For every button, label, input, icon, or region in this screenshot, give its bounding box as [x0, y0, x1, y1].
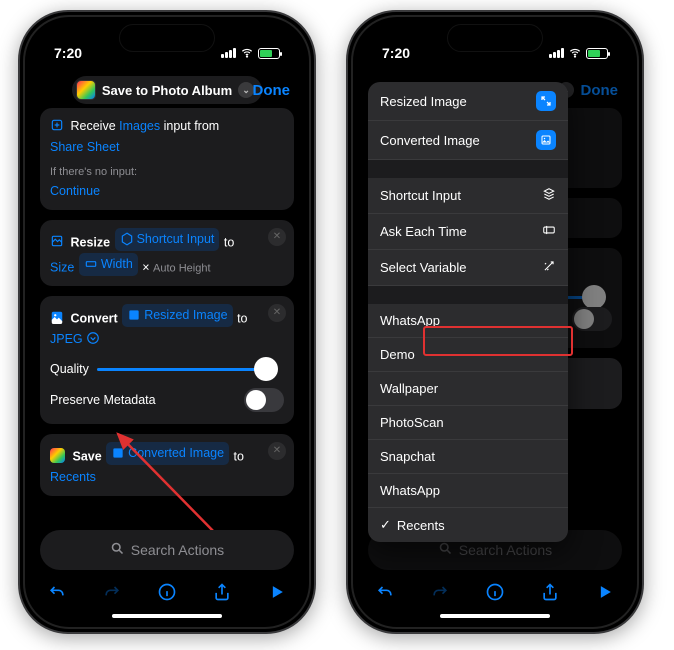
shortcut-title[interactable]: Save to Photo Album ⌄: [72, 76, 262, 104]
resize-size[interactable]: Size: [50, 260, 74, 274]
action-save[interactable]: ✕ Save Converted Image to Recents: [40, 434, 294, 496]
expand-icon: [536, 91, 556, 111]
album-option[interactable]: Snapchat: [368, 440, 568, 474]
info-icon[interactable]: [156, 581, 178, 603]
delete-action-icon[interactable]: ✕: [268, 304, 286, 322]
home-indicator[interactable]: [440, 614, 550, 618]
undo-icon[interactable]: [46, 581, 68, 603]
undo-icon[interactable]: [374, 581, 396, 603]
var-option[interactable]: Shortcut Input: [368, 178, 568, 214]
battery-icon: [586, 48, 608, 59]
quality-slider[interactable]: [97, 368, 276, 371]
resize-icon: [50, 234, 64, 248]
convert-icon: [50, 310, 64, 324]
action-resize[interactable]: ✕ Resize Shortcut Input to Size Width × …: [40, 220, 294, 286]
resize-width[interactable]: Width: [79, 253, 138, 276]
photos-icon: [50, 448, 65, 463]
preserve-label: Preserve Metadata: [50, 390, 156, 411]
save-album[interactable]: Recents: [50, 470, 96, 484]
search-icon: [438, 541, 453, 559]
phone-right: 7:20 ⌄ Done Recents: [346, 10, 644, 634]
action-convert[interactable]: ✕ Convert Resized Image to JPEG Quality …: [40, 296, 294, 424]
search-placeholder: Search Actions: [131, 542, 224, 558]
save-input-var[interactable]: Converted Image: [106, 442, 229, 465]
status-time: 7:20: [54, 45, 82, 61]
convert-format[interactable]: JPEG: [50, 332, 83, 346]
redo-icon: [429, 581, 451, 603]
done-button[interactable]: Done: [253, 82, 291, 99]
album-picker-popover: Resized Image Converted Image Shortcut I…: [368, 82, 568, 542]
wand-icon: [542, 259, 556, 276]
album-option-recents[interactable]: ✓Recents: [368, 508, 568, 542]
battery-icon: [258, 48, 280, 59]
convert-input-var[interactable]: Resized Image: [122, 304, 232, 327]
share-icon[interactable]: [539, 581, 561, 603]
actions-list: Receive Images input from Share Sheet If…: [40, 108, 294, 532]
phone-left: 7:20 Save to Photo Album ⌄ Done Receive …: [18, 10, 316, 634]
title-text: Save to Photo Album: [102, 83, 232, 98]
var-option[interactable]: Converted Image: [368, 121, 568, 160]
action-receive[interactable]: Receive Images input from Share Sheet If…: [40, 108, 294, 210]
album-option[interactable]: WhatsApp: [368, 474, 568, 508]
receive-source[interactable]: Share Sheet: [50, 140, 120, 154]
nav-bar: Save to Photo Album ⌄ Done: [30, 72, 304, 108]
redo-icon: [101, 581, 123, 603]
dynamic-island: [119, 24, 215, 52]
check-icon: ✓: [380, 517, 391, 533]
status-time: 7:20: [382, 45, 410, 61]
quality-label: Quality: [50, 359, 89, 380]
wifi-icon: [240, 46, 254, 60]
receive-icon: [50, 118, 64, 132]
resize-input-var[interactable]: Shortcut Input: [115, 228, 220, 251]
info-icon[interactable]: [484, 581, 506, 603]
image-icon: [536, 130, 556, 150]
play-icon[interactable]: [594, 581, 616, 603]
search-icon: [110, 541, 125, 559]
home-indicator[interactable]: [112, 614, 222, 618]
var-option[interactable]: Ask Each Time: [368, 214, 568, 250]
no-input-action[interactable]: Continue: [50, 181, 284, 202]
var-option[interactable]: Select Variable: [368, 250, 568, 286]
wifi-icon: [568, 46, 582, 60]
share-icon[interactable]: [211, 581, 233, 603]
delete-action-icon[interactable]: ✕: [268, 442, 286, 460]
receive-type[interactable]: Images: [119, 119, 160, 133]
play-icon[interactable]: [266, 581, 288, 603]
search-placeholder: Search Actions: [459, 542, 552, 558]
layers-icon: [542, 187, 556, 204]
var-option[interactable]: Resized Image: [368, 82, 568, 121]
preserve-toggle[interactable]: [244, 388, 284, 412]
photos-app-icon: [76, 80, 96, 100]
album-option[interactable]: PhotoScan: [368, 406, 568, 440]
bottom-toolbar: [30, 572, 304, 612]
no-input-label: If there's no input:: [50, 163, 284, 181]
album-option[interactable]: Demo: [368, 338, 568, 372]
signal-icon: [549, 48, 564, 58]
bottom-toolbar: [358, 572, 632, 612]
search-actions[interactable]: Search Actions: [40, 530, 294, 570]
signal-icon: [221, 48, 236, 58]
resize-height[interactable]: Auto Height: [153, 262, 210, 274]
album-option[interactable]: Wallpaper: [368, 372, 568, 406]
done-button[interactable]: Done: [581, 82, 619, 99]
album-option[interactable]: WhatsApp: [368, 304, 568, 338]
preserve-toggle[interactable]: [572, 307, 612, 331]
chevron-circle-icon[interactable]: [86, 331, 100, 345]
delete-action-icon[interactable]: ✕: [268, 228, 286, 246]
text-cursor-icon: [542, 223, 556, 240]
dynamic-island: [447, 24, 543, 52]
